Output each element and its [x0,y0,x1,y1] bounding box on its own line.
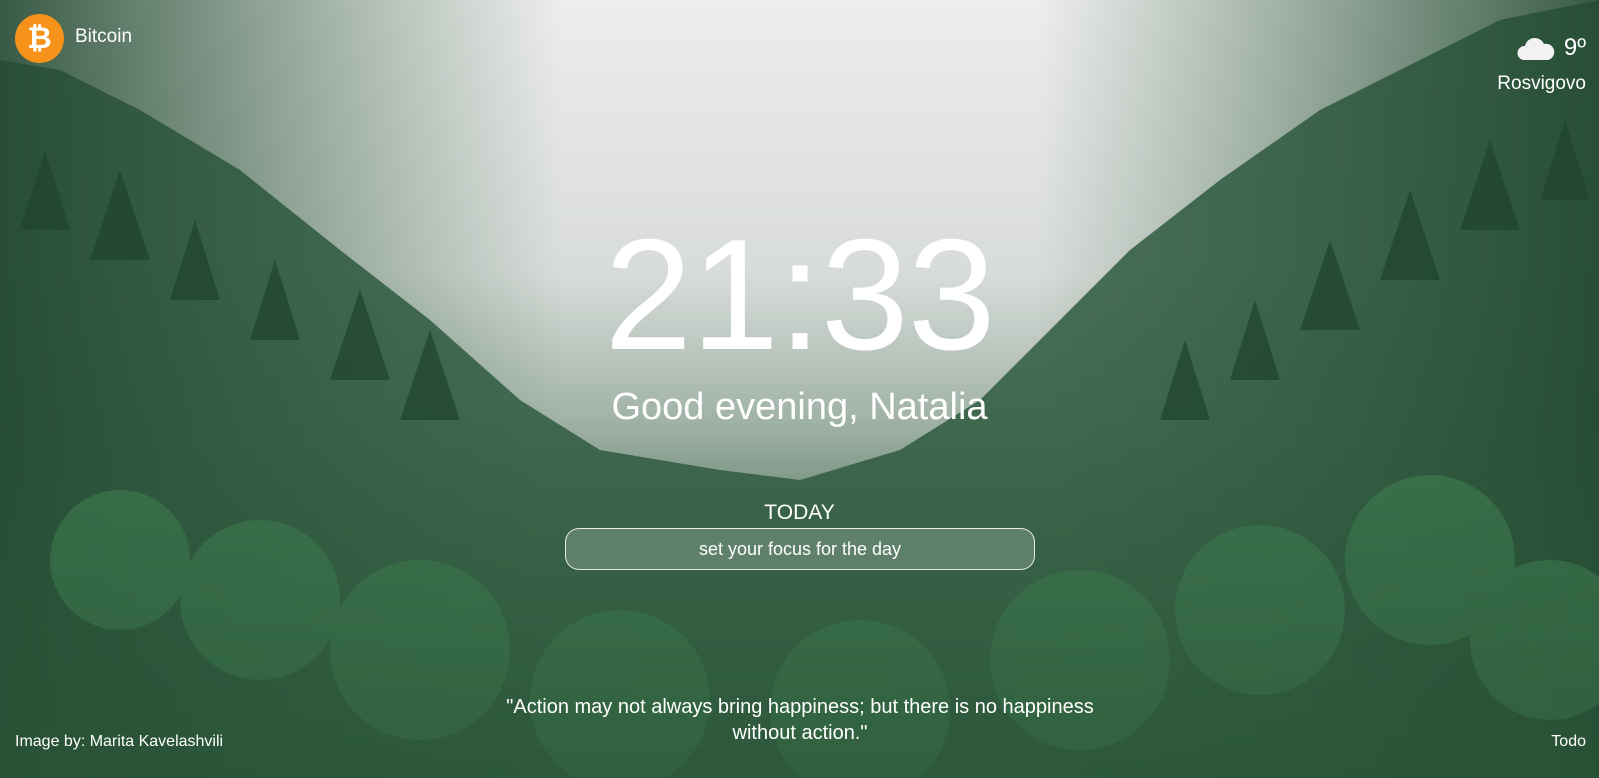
image-credit: Image by: Marita Kavelashvili [15,733,224,750]
bitcoin-icon: ₿ [15,14,64,63]
crypto-name: Bitcoin [75,25,133,47]
weather-temperature: 9º [1563,34,1586,61]
focus-input[interactable] [565,528,1035,570]
cloudy-night-icon [1517,37,1558,60]
weather-city: Rosvigovo [1497,73,1586,94]
focus-title: TODAY [764,501,835,524]
clock-time: 21:33 [604,207,995,383]
greeting-text: Good evening, Natalia [611,386,988,428]
crypto-widget[interactable]: ₿ Bitcoin [15,14,132,63]
quote-text: "Action may not always bring happiness; … [506,696,1094,744]
todo-link[interactable]: Todo [1551,733,1586,751]
weather-widget[interactable]: 9º Rosvigovo [1426,32,1586,95]
